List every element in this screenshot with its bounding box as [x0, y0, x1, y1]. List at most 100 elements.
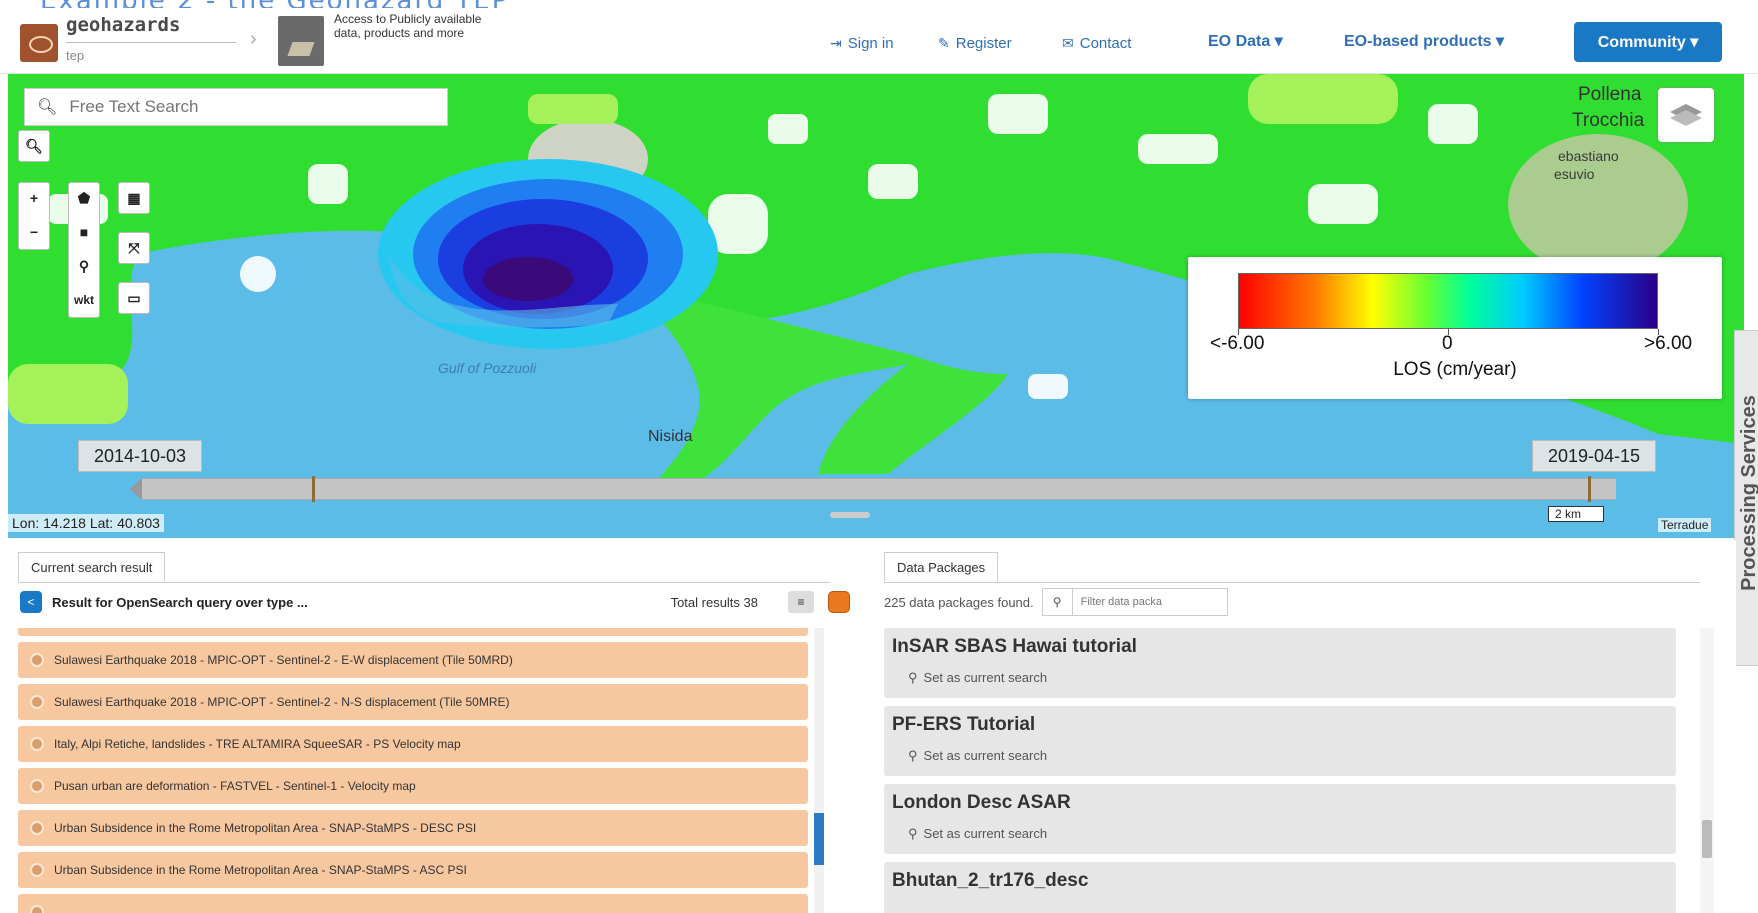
packages-filter-input[interactable]: [1072, 596, 1213, 608]
brand-name[interactable]: geohazards: [66, 14, 180, 36]
packages-filter[interactable]: ⚲: [1041, 588, 1228, 616]
search-icon: ⚲: [908, 748, 918, 763]
set-current-search-label: Set as current search: [923, 826, 1048, 841]
panel-resize-handle[interactable]: [830, 512, 870, 518]
packages-scrollbar-thumb[interactable]: [1702, 820, 1712, 858]
wkt-button[interactable]: wkt: [68, 284, 100, 316]
package-item[interactable]: PF-ERS Tutorial ⚲ Set as current search: [884, 706, 1676, 776]
globe-icon: [30, 821, 44, 835]
los-legend: <-6.00 0 >6.00 LOS (cm/year): [1188, 257, 1722, 399]
packages-scrollbar[interactable]: [1700, 628, 1714, 913]
map-view[interactable]: 🔍︎ 🔍︎ + − ⬟ ■ ⚲ wkt ▦ ⤧ ▭ Pollena Trocch…: [8, 74, 1744, 538]
free-text-search[interactable]: 🔍︎: [24, 88, 448, 126]
timeline-handle-end[interactable]: [1588, 476, 1591, 502]
register-link[interactable]: ✎ Register: [938, 35, 1012, 52]
zoom-in-button[interactable]: +: [18, 182, 50, 214]
header: geohazards tep › Access to Publicly avai…: [0, 8, 1758, 74]
set-current-search-label: Set as current search: [923, 748, 1048, 763]
search-input[interactable]: [69, 97, 430, 117]
measure-button[interactable]: ▭: [118, 282, 150, 314]
search-icon: 🔍︎: [37, 99, 58, 116]
list-item[interactable]: Urban Subsidence in the Rome Metropolita…: [18, 810, 808, 846]
place-gulf: Gulf of Pozzuoli: [438, 360, 537, 376]
package-name[interactable]: London Desc ASAR: [892, 792, 1071, 814]
legend-color-bar: [1238, 273, 1658, 329]
set-current-search-link[interactable]: ⚲ Set as current search: [908, 748, 1047, 764]
map-attribution[interactable]: Terradue: [1658, 518, 1712, 532]
total-results: Total results 38: [670, 594, 758, 610]
list-item[interactable]: [18, 628, 808, 636]
list-item[interactable]: Pusan urban are deformation - FASTVEL - …: [18, 768, 808, 804]
legend-max: >6.00: [1644, 333, 1693, 354]
set-current-search-link[interactable]: ⚲ Set as current search: [908, 826, 1047, 842]
package-item[interactable]: Bhutan_2_tr176_desc: [884, 862, 1676, 913]
grid-icon: ▦: [127, 189, 141, 206]
brand-divider: [66, 42, 236, 43]
sign-in-icon: ⇥: [830, 35, 842, 51]
polygon-icon: ⬟: [77, 189, 91, 206]
package-item[interactable]: InSAR SBAS Hawai tutorial ⚲ Set as curren…: [884, 628, 1676, 698]
envelope-icon: ✉: [1062, 35, 1074, 51]
top-strip: Example 2 - the Geohazard TEP: [0, 0, 1758, 8]
polygon-draw-button[interactable]: ⬟: [68, 182, 100, 214]
item-label: Urban Subsidence in the Rome Metropolita…: [54, 863, 467, 877]
eo-data-menu[interactable]: EO Data ▾: [1208, 31, 1283, 51]
list-item[interactable]: Italy, Alpi Retiche, landslides - TRE AL…: [18, 726, 808, 762]
search-tool-button[interactable]: 🔍︎: [18, 130, 50, 162]
point-draw-button[interactable]: ⚲: [68, 250, 100, 282]
list-item[interactable]: [18, 894, 808, 913]
list-item[interactable]: Sulawesi Earthquake 2018 - MPIC-OPT - Se…: [18, 642, 808, 678]
package-name[interactable]: Bhutan_2_tr176_desc: [892, 870, 1088, 892]
eo-products-menu[interactable]: EO-based products ▾: [1344, 31, 1504, 51]
end-date: 2019-04-15: [1532, 440, 1656, 472]
place-trocchia: Trocchia: [1572, 110, 1645, 131]
access-thumbnail[interactable]: [278, 16, 324, 66]
tab-underline: [18, 582, 830, 583]
fullscreen-button[interactable]: ⤧: [118, 232, 150, 264]
zoom-out-button[interactable]: −: [18, 216, 50, 248]
sign-in-label: Sign in: [847, 35, 894, 52]
result-scrollbar[interactable]: [814, 628, 824, 913]
sign-in-link[interactable]: ⇥ Sign in: [830, 35, 894, 52]
package-item[interactable]: London Desc ASAR ⚲ Set as current search: [884, 784, 1676, 854]
map-pin-icon: ⚲: [78, 257, 90, 274]
list-item[interactable]: Sulawesi Earthquake 2018 - MPIC-OPT - Se…: [18, 684, 808, 720]
timeline-left-arrow[interactable]: [130, 478, 142, 500]
result-scrollbar-thumb[interactable]: [814, 813, 824, 865]
list-item[interactable]: Urban Subsidence in the Rome Metropolita…: [18, 852, 808, 888]
timeline-slider[interactable]: [142, 478, 1616, 500]
tab-underline: [884, 582, 1700, 583]
expand-icon: ⤧: [128, 239, 140, 256]
package-name[interactable]: InSAR SBAS Hawai tutorial: [892, 636, 1137, 658]
item-label: Pusan urban are deformation - FASTVEL - …: [54, 779, 416, 793]
globe-icon: [30, 695, 44, 709]
edit-icon: ✎: [938, 35, 950, 51]
globe-icon: [30, 779, 44, 793]
share-icon[interactable]: <: [20, 591, 42, 613]
community-button[interactable]: Community ▾: [1574, 22, 1722, 62]
rectangle-draw-button[interactable]: ■: [68, 216, 100, 248]
result-header: < Result for OpenSearch query over type …: [20, 588, 850, 616]
package-name[interactable]: PF-ERS Tutorial: [892, 714, 1035, 736]
ruler-icon: ▭: [127, 289, 141, 306]
set-current-search-link[interactable]: ⚲ Set as current search: [908, 670, 1047, 686]
timeline-handle-start[interactable]: [312, 476, 315, 502]
processing-services-tab[interactable]: Processing Services: [1734, 330, 1758, 666]
search-icon: ⚲: [908, 670, 918, 685]
geohazards-logo[interactable]: [20, 24, 58, 62]
contact-link[interactable]: ✉ Contact: [1062, 35, 1131, 52]
tab-data-packages[interactable]: Data Packages: [884, 552, 999, 582]
item-label: Italy, Alpi Retiche, landslides - TRE AL…: [54, 737, 461, 751]
search-icon: 🔍︎: [25, 137, 43, 154]
grid-toggle-button[interactable]: ▦: [118, 182, 150, 214]
color-toggle-button[interactable]: [828, 591, 850, 613]
access-text[interactable]: Access to Publicly available data, produ…: [334, 12, 494, 40]
tab-current-search-result[interactable]: Current search result: [18, 552, 166, 582]
list-view-icon[interactable]: ≡: [788, 591, 814, 613]
draw-tools: ⬟ ■ ⚲ wkt: [68, 182, 100, 318]
coordinates-readout: Lon: 14.218 Lat: 40.803: [8, 514, 164, 532]
place-pollena: Pollena: [1578, 84, 1642, 105]
set-current-search-label: Set as current search: [923, 670, 1048, 685]
layers-button[interactable]: [1658, 88, 1714, 142]
item-label: Urban Subsidence in the Rome Metropolita…: [54, 821, 477, 835]
